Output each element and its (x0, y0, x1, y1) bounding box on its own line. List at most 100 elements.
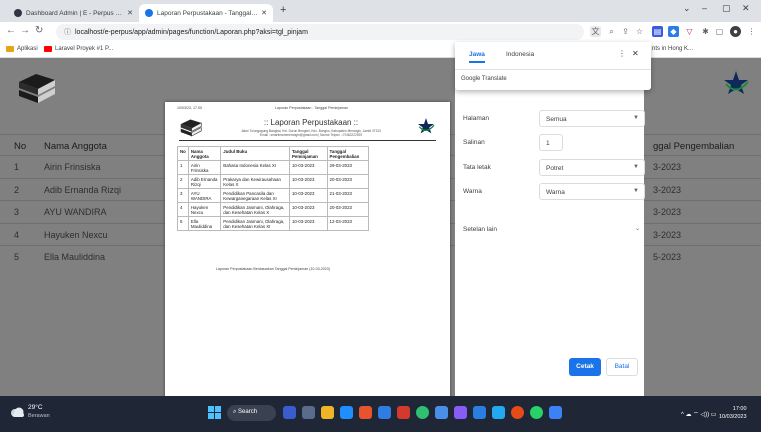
table-header: No Nama Anggota Judul Buku Tanggal Pemin… (177, 146, 370, 161)
star-logo-icon (724, 71, 749, 94)
close-window-button[interactable]: ✕ (742, 3, 750, 14)
url-input[interactable]: ⓘ localhost/e-perpus/app/admin/pages/fun… (56, 24, 584, 40)
cell-name: AYU WANDIRA (187, 188, 222, 203)
cell-loan-date: 10-03-2023 (288, 160, 328, 175)
more-settings-toggle[interactable]: ⌄ (539, 221, 645, 238)
profile-avatar[interactable]: ● (730, 26, 741, 37)
lang-tab-other[interactable]: Indonesia (506, 51, 534, 58)
more-icon[interactable]: ⋮ (618, 49, 626, 58)
col-no: No (14, 141, 27, 152)
more-settings[interactable]: Setelan lain ⌄ (463, 221, 640, 239)
vscode-icon[interactable] (473, 406, 486, 419)
url-text: localhost/e-perpus/app/admin/pages/funct… (75, 28, 308, 36)
cell-return: 3-2023 (653, 229, 682, 240)
bookmark-star-icon[interactable]: ☆ (634, 26, 645, 37)
cell-return: 5-2023 (653, 252, 682, 263)
whatsapp-icon[interactable] (530, 406, 543, 419)
extension-icon[interactable]: ◆ (668, 26, 679, 37)
cell-name: AYU WANDIRA (44, 207, 107, 218)
tab-laporan[interactable]: Laporan Perpustakaan - Tanggal Pinjam ✕ (139, 4, 273, 22)
new-tab-button[interactable]: + (280, 4, 286, 16)
extensions-puzzle-icon[interactable]: ✱ (700, 26, 711, 37)
temperature: 29°C (28, 404, 43, 411)
color-value: Warna (546, 189, 565, 196)
forward-icon[interactable]: → (20, 25, 30, 36)
search-label: Search (238, 409, 258, 415)
chevron-down-icon: ⌄ (634, 226, 640, 232)
pages-label: Halaman (463, 115, 490, 122)
copies-input[interactable]: 1 (539, 134, 563, 151)
minimize-button[interactable]: – (702, 3, 707, 13)
menu-icon[interactable]: ⋮ (746, 26, 757, 37)
lang-tab-active[interactable]: Jawa (469, 51, 485, 63)
print-button[interactable]: Cetak (569, 358, 601, 376)
bookmark-overflow[interactable]: nts in Hong K... (652, 46, 693, 52)
bookmark-apps[interactable]: Aplikasi (6, 46, 38, 52)
share-icon[interactable]: ⇪ (620, 26, 631, 37)
cell-no: 4 (177, 202, 189, 217)
bookmark-laravel[interactable]: Laravel Proyek #1 P... (44, 46, 113, 52)
more-settings-label: Setelan lain (463, 226, 497, 233)
cell-return-date: 29-03-2023 (326, 160, 370, 175)
app-icon[interactable] (397, 406, 410, 419)
translate-icon[interactable]: 文 (590, 26, 601, 37)
cell-no: 3 (14, 207, 20, 218)
weather-widget[interactable]: 29°C Berawan (28, 404, 50, 420)
app-icon[interactable] (511, 406, 524, 419)
office-icon[interactable] (359, 406, 372, 419)
bookmark-label: Laravel Proyek #1 P... (55, 46, 114, 52)
cell-name: Adib Ernanda Rizqi (187, 174, 222, 189)
clock[interactable]: 17:00 10/03/2023 (719, 405, 747, 421)
close-icon[interactable]: ✕ (632, 49, 639, 58)
tab-search-icon[interactable]: ⌄ (683, 3, 691, 14)
cell-name: Ella Mauliddina (44, 252, 106, 263)
layout-select[interactable]: Potret ▼ (539, 159, 645, 176)
chat-icon[interactable] (302, 406, 315, 419)
table-row: 3 AYU WANDIRA Pendidikan Pancasila dan K… (177, 188, 370, 203)
tab-title: Dashboard Admin | E - Perpus SMK (26, 9, 125, 17)
cell-return: 3-2023 (653, 184, 682, 195)
books-logo-icon (180, 119, 202, 137)
table-row: 4 Hayuken Nexcu Pendidikan Jasmani, Olah… (177, 202, 370, 217)
print-header-title: Laporan Perpustakaan - Tanggal Peminjama… (275, 106, 349, 110)
taskbar-search[interactable]: ⌕ Search (227, 405, 276, 421)
app-icon[interactable] (549, 406, 562, 419)
cell-loan-date: 10-03-2023 (288, 216, 328, 231)
close-tab-icon[interactable]: ✕ (261, 9, 267, 17)
taskbar: 29°C Berawan ⌕ Search ^ ☁ ⌔ ◁)) ▭ 17:00 … (0, 396, 761, 432)
extension-icon[interactable]: ▽ (684, 26, 695, 37)
vscode-icon[interactable] (492, 406, 505, 419)
chrome-icon[interactable] (416, 406, 429, 419)
zoom-icon[interactable]: ⌕ (606, 26, 617, 37)
task-view-icon[interactable] (283, 406, 296, 419)
vscode-icon[interactable] (454, 406, 467, 419)
tab-dashboard[interactable]: Dashboard Admin | E - Perpus SMK ✕ (8, 4, 139, 22)
col-no: No (177, 146, 189, 161)
cell-no: 1 (14, 162, 20, 172)
cell-name: Airin Frinsiska (44, 162, 101, 172)
back-icon[interactable]: ← (6, 25, 16, 36)
store-icon[interactable] (378, 406, 391, 419)
chevron-down-icon: ▼ (633, 115, 639, 121)
col-name: Nama Anggota (187, 146, 222, 161)
app-icon[interactable] (435, 406, 448, 419)
edge-icon[interactable] (340, 406, 353, 419)
color-select[interactable]: Warna ▼ (539, 183, 645, 200)
cell-no: 2 (14, 184, 20, 195)
info-icon[interactable]: ⓘ (64, 27, 71, 37)
cell-name: Ella Mauliddina (187, 216, 222, 231)
extension-icon[interactable]: ▤ (652, 26, 663, 37)
pages-select[interactable]: Semua ▼ (539, 110, 645, 127)
cancel-button[interactable]: Batal (606, 358, 638, 376)
cell-book: Prakarya dan Kewirausahaan Kelas X (220, 174, 290, 189)
file-explorer-icon[interactable] (321, 406, 334, 419)
cell-book: Pendidikan Jasmani, Olahraga, dan Keseha… (220, 216, 290, 231)
system-tray[interactable]: ^ ☁ ⌔ ◁)) ▭ (681, 410, 716, 418)
cell-name: Hayuken Nexcu (44, 229, 108, 240)
reload-icon[interactable]: ↻ (35, 25, 43, 36)
sidebar-icon[interactable]: ▢ (714, 26, 725, 37)
windows-start-icon[interactable] (208, 406, 222, 420)
cell-book: Pendidikan Pancasila dan Kewarganegaraan… (220, 188, 290, 203)
maximize-button[interactable]: ▢ (722, 3, 731, 14)
close-tab-icon[interactable]: ✕ (127, 9, 133, 17)
